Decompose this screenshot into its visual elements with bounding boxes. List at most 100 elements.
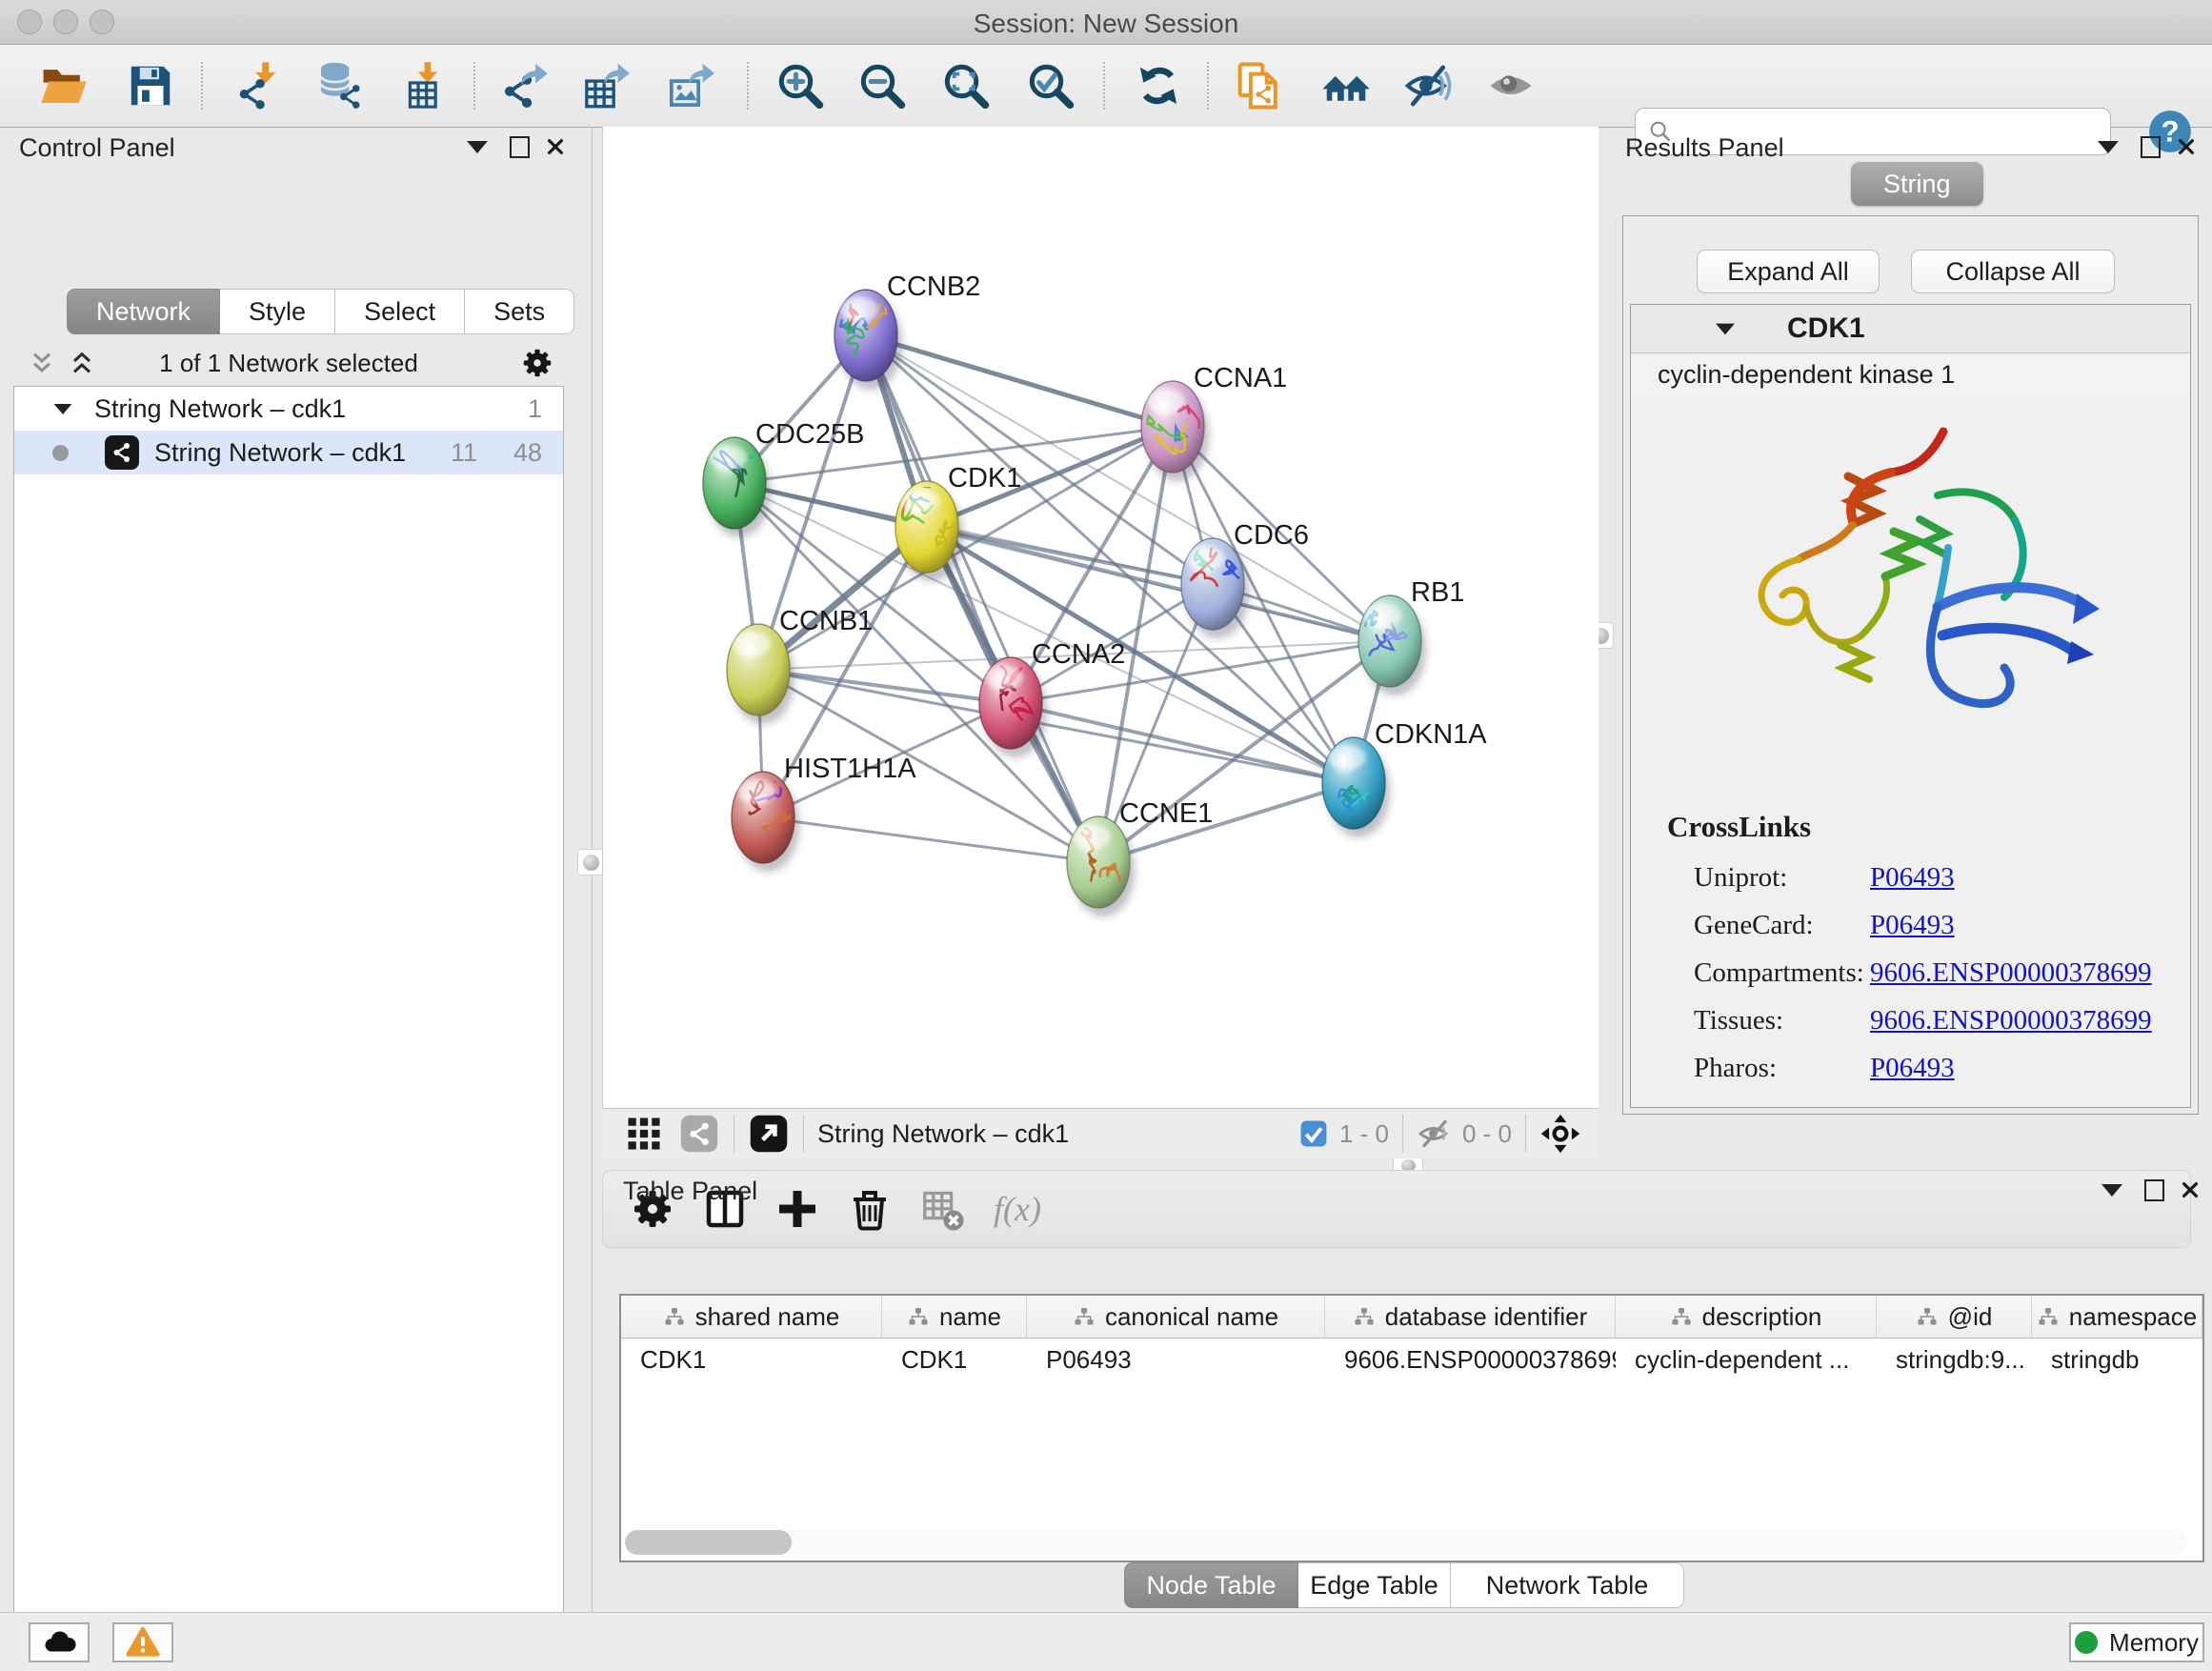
column-header-shared-name[interactable]: shared name (621, 1296, 882, 1338)
left-splitter-handle[interactable] (577, 849, 604, 876)
crosslink-value-link[interactable]: P06493 (1870, 1053, 1955, 1084)
open-session-button[interactable] (36, 58, 91, 113)
network-view-toolbar: String Network – cdk1 1 - 0 0 - 0 (602, 1108, 1599, 1158)
network-edge-HIST1H1A-CCNE1[interactable] (763, 817, 1098, 862)
cloud-status-button[interactable] (29, 1622, 90, 1662)
network-node-RB1[interactable]: RB1 (1356, 577, 1464, 695)
tab-network-table[interactable]: Network Table (1451, 1562, 1684, 1608)
column-header-name[interactable]: name (882, 1296, 1027, 1338)
table-panel-menu-button[interactable] (2096, 1176, 2128, 1204)
import-network-button[interactable] (231, 58, 286, 113)
refresh-view-button[interactable] (1131, 58, 1186, 113)
memory-button[interactable]: Memory (2069, 1622, 2204, 1662)
column-type-icon (2037, 1305, 2060, 1328)
control-panel-close-button[interactable] (539, 132, 572, 161)
string-view-icon[interactable] (678, 1113, 720, 1155)
move-crosshair-icon[interactable] (1539, 1113, 1581, 1155)
table-cell[interactable]: cyclin-dependent ... (1616, 1339, 1877, 1380)
network-node-CDC25B[interactable]: CDC25B (703, 419, 864, 537)
tab-edge-table[interactable]: Edge Table (1298, 1562, 1451, 1608)
export-image-button[interactable] (664, 58, 719, 113)
zoom-fit-button[interactable] (938, 58, 994, 113)
tab-string[interactable]: String (1851, 162, 1983, 206)
import-table-button[interactable] (395, 58, 451, 113)
tab-sets[interactable]: Sets (465, 289, 574, 334)
column-header-description[interactable]: description (1616, 1296, 1877, 1338)
table-panel-close-button[interactable] (2174, 1176, 2206, 1204)
table-cell[interactable]: stringdb:9... (1877, 1339, 2032, 1380)
import-network-from-database-button[interactable] (311, 58, 366, 113)
table-row[interactable]: CDK1CDK1P064939606.ENSP00000378699cyclin… (621, 1339, 2202, 1380)
table-cell[interactable]: P06493 (1027, 1339, 1325, 1380)
network-canvas[interactable]: CCNB2CCNA1CDC25BCDK1CDC6RB1CCNB1CCNA2CDK… (602, 127, 1599, 1108)
protein-collapse-icon[interactable] (1716, 323, 1735, 334)
crosslink-value-link[interactable]: 9606.ENSP00000378699 (1870, 1005, 2152, 1037)
network-collection-row[interactable]: String Network – cdk1 1 (14, 387, 563, 431)
collapse-all-button[interactable]: Collapse All (1911, 250, 2115, 293)
column-header-namespace[interactable]: namespace (2032, 1296, 2202, 1338)
network-edge-CCNA2-CDKN1A[interactable] (1011, 703, 1354, 783)
tab-network[interactable]: Network (67, 289, 220, 334)
crosslink-value-link[interactable]: P06493 (1870, 910, 1955, 941)
table-cell[interactable]: CDK1 (621, 1339, 882, 1380)
control-panel-tabs: NetworkStyleSelectSets (67, 289, 574, 334)
export-network-button[interactable] (497, 58, 553, 113)
save-session-button[interactable] (123, 58, 178, 113)
results-panel-close-button[interactable] (2170, 132, 2202, 161)
table-cell[interactable]: stringdb (2032, 1339, 2202, 1380)
column-type-icon (907, 1305, 930, 1328)
node-label-RB1: RB1 (1411, 577, 1464, 608)
warnings-button[interactable] (112, 1622, 173, 1662)
birds-eye-grid-icon[interactable] (623, 1113, 665, 1155)
copy-view-button[interactable] (1233, 58, 1288, 113)
network-node-CCNA2[interactable]: CCNA2 (979, 639, 1125, 757)
network-node-HIST1H1A[interactable]: HIST1H1A (732, 754, 916, 872)
column-header-canonical-name[interactable]: canonical name (1027, 1296, 1325, 1338)
node-label-CCNB1: CCNB1 (779, 606, 873, 636)
export-table-button[interactable] (579, 58, 634, 113)
tab-node-table[interactable]: Node Table (1124, 1562, 1298, 1608)
expand-all-button[interactable]: Expand All (1697, 250, 1880, 293)
crosslink-value-link[interactable]: P06493 (1870, 862, 1955, 894)
network-edge-CCNB2-CCNA1[interactable] (866, 335, 1173, 427)
hidden-eye-icon[interactable] (1417, 1116, 1453, 1152)
network-row-selected[interactable]: String Network – cdk1 11 48 (14, 431, 563, 474)
zoom-out-button[interactable] (855, 58, 910, 113)
delete-table-icon[interactable] (919, 1186, 965, 1232)
control-panel-menu-button[interactable] (461, 132, 493, 161)
table-panel-float-button[interactable] (2138, 1176, 2170, 1204)
zoom-in-button[interactable] (773, 58, 828, 113)
column-type-icon (1670, 1305, 1693, 1328)
tab-style[interactable]: Style (220, 289, 335, 334)
column-header--id[interactable]: @id (1877, 1296, 2032, 1338)
table-cell[interactable]: 9606.ENSP00000378699 (1325, 1339, 1616, 1380)
control-panel-title: Control Panel (19, 133, 175, 163)
network-node-CCNE1[interactable]: CCNE1 (1067, 798, 1213, 916)
network-node-CCNA1[interactable]: CCNA1 (1141, 363, 1287, 481)
hide-graphics-details-button[interactable] (1400, 58, 1456, 113)
column-header-database-identifier[interactable]: database identifier (1325, 1296, 1616, 1338)
control-panel-float-button[interactable] (503, 132, 535, 161)
results-panel-float-button[interactable] (2134, 132, 2166, 161)
node-label-CDC25B: CDC25B (755, 419, 864, 450)
add-column-icon[interactable] (774, 1186, 820, 1232)
table-horizontal-scrollbar[interactable] (625, 1530, 2187, 1555)
zoom-selected-button[interactable] (1023, 58, 1078, 113)
table-cell[interactable]: CDK1 (882, 1339, 1027, 1380)
delete-column-icon[interactable] (847, 1186, 893, 1232)
selected-checkbox-icon[interactable] (1297, 1117, 1330, 1150)
results-panel-menu-button[interactable] (2092, 132, 2124, 161)
network-overview-button[interactable] (1318, 58, 1374, 113)
tab-select[interactable]: Select (335, 289, 465, 334)
collection-expand-icon[interactable] (54, 403, 72, 413)
column-type-icon (663, 1305, 686, 1328)
crosslink-value-link[interactable]: 9606.ENSP00000378699 (1870, 957, 2152, 989)
crosslink-label: Compartments: (1694, 957, 1870, 989)
export-view-icon[interactable] (748, 1113, 790, 1155)
network-node-CDKN1A[interactable]: CDKN1A (1322, 719, 1487, 837)
network-options-gear-icon[interactable] (520, 346, 554, 380)
protein-header-row[interactable]: CDK1 (1631, 305, 2190, 353)
toolbar-separator (1207, 62, 1209, 110)
function-builder-button[interactable]: f(x) (994, 1189, 1041, 1229)
show-graphics-details-button[interactable] (1483, 58, 1538, 113)
